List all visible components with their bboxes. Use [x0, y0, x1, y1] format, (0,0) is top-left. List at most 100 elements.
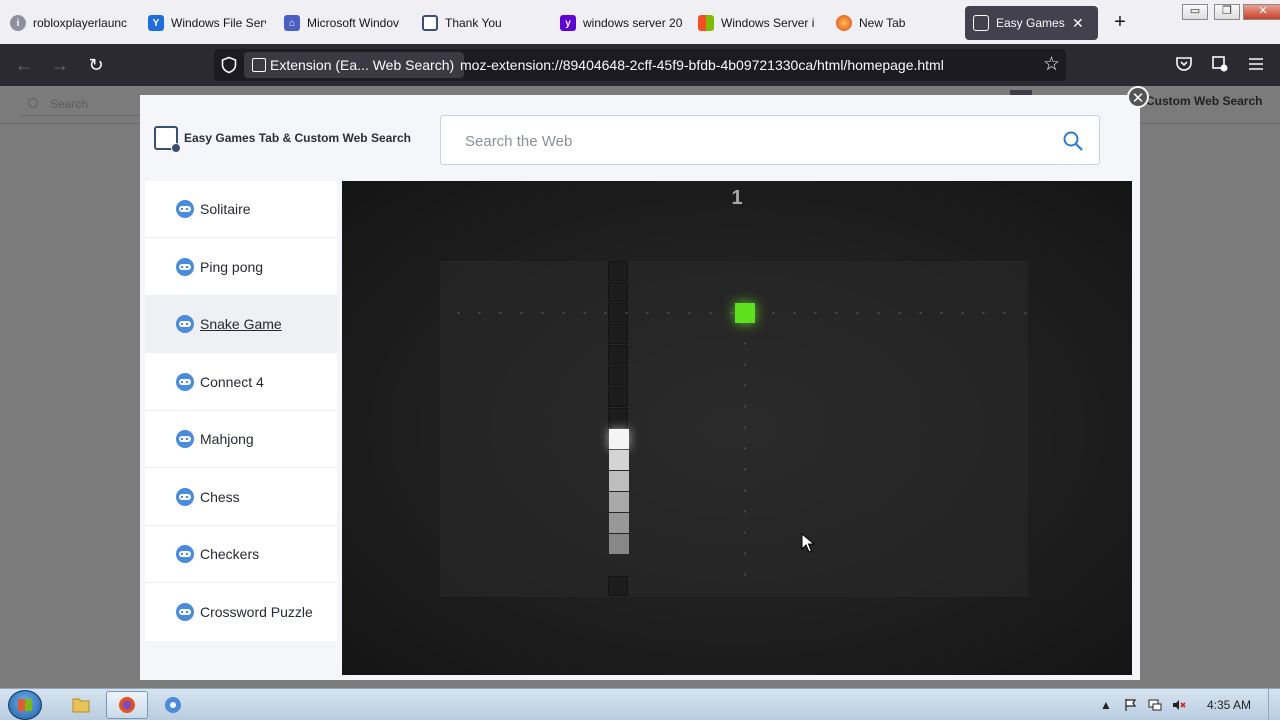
search-icon[interactable]: [1061, 129, 1085, 153]
trail-cell: [608, 387, 628, 407]
tracking-shield-icon[interactable]: [220, 56, 238, 74]
snake-food: [735, 303, 755, 323]
gamepad-icon: [176, 487, 194, 506]
tab-label: robloxplayerlaunc: [33, 16, 128, 30]
start-button[interactable]: [8, 690, 42, 720]
action-center-flag-icon[interactable]: [1124, 698, 1138, 712]
game-item-mahjong[interactable]: Mahjong: [145, 411, 337, 468]
trail-cell: [608, 261, 628, 281]
taskbar-firefox[interactable]: [106, 691, 148, 719]
yahoo-search-icon: y: [560, 15, 576, 31]
gamepad-icon: [176, 603, 194, 621]
brand: Easy Games Tab & Custom Web Search: [154, 126, 411, 153]
window-close-button[interactable]: ✕: [1243, 4, 1280, 20]
gamepad-icon: [176, 257, 194, 276]
snake-head: [609, 429, 629, 449]
network-icon[interactable]: [1148, 698, 1162, 712]
tab-strip: i robloxplayerlaunc Y Windows File Serv …: [0, 0, 1280, 44]
back-arrow-icon[interactable]: ←: [11, 52, 37, 78]
pocket-icon[interactable]: [1175, 55, 1193, 73]
guide-dots-column: [744, 333, 746, 593]
forward-arrow-icon[interactable]: →: [47, 52, 73, 78]
snake-game-board[interactable]: 1: [342, 181, 1132, 675]
microsoft-community-icon: ⌂: [284, 15, 300, 31]
tab-label: Windows File Serv: [171, 16, 266, 30]
bookmark-star-icon[interactable]: ☆: [1043, 53, 1060, 77]
game-item-checkers[interactable]: Checkers: [145, 526, 337, 583]
tab-thank-you[interactable]: Thank You: [422, 6, 532, 40]
info-icon: i: [10, 15, 26, 31]
tab-windows-server-search[interactable]: y windows server 20: [560, 6, 690, 40]
minimize-button[interactable]: ▭: [1182, 4, 1208, 20]
reload-icon[interactable]: ↻: [83, 52, 109, 78]
extension-identity-button[interactable]: Extension (Ea... Web Search): [244, 52, 465, 78]
game-label: Connect 4: [200, 373, 264, 390]
gamepad-icon: [176, 545, 194, 563]
trail-cell: [608, 408, 628, 428]
tab-new-tab[interactable]: New Tab: [836, 6, 946, 40]
tab-windows-file-server[interactable]: Y Windows File Serv: [148, 6, 266, 40]
navigation-bar: ← → ↻ Extension (Ea... Web Search) moz-e…: [0, 44, 1280, 86]
snake-segment: [609, 471, 629, 491]
close-tab-icon[interactable]: ✕: [1072, 15, 1084, 32]
url-text[interactable]: moz-extension://89404648-2cff-45f9-bfdb-…: [460, 49, 944, 81]
snake-segment: [609, 534, 629, 554]
trail-cell: [608, 345, 628, 365]
game-item-ping-pong[interactable]: Ping pong: [145, 239, 337, 296]
taskbar-file-explorer[interactable]: [60, 691, 102, 719]
tab-robloxplayerlauncher[interactable]: i robloxplayerlaunc: [10, 6, 130, 40]
gamepad-icon: [176, 315, 194, 333]
game-item-crossword-puzzle[interactable]: Crossword Puzzle: [145, 584, 337, 641]
web-search-box: [440, 115, 1100, 165]
game-item-chess[interactable]: Chess: [145, 469, 337, 526]
page-icon: [422, 15, 438, 31]
identity-label: Extension (Ea... Web Search): [270, 57, 455, 73]
tab-label: Microsoft Windov: [307, 16, 400, 30]
folder-icon: [72, 698, 90, 713]
game-label: Ping pong: [200, 258, 264, 275]
game-label: Mahjong: [200, 431, 254, 447]
show-desktop-button[interactable]: [1268, 689, 1280, 720]
game-label: Chess: [200, 488, 240, 505]
tab-label: Thank You: [445, 16, 502, 30]
trail-cell: [608, 282, 628, 302]
app-icon: [165, 697, 181, 713]
background-brand-text: Custom Web Search: [1146, 94, 1263, 108]
gamepad-icon: [176, 430, 194, 448]
background-search-placeholder: Search: [50, 97, 89, 111]
game-label: Checkers: [200, 546, 260, 562]
puzzle-piece-icon: [252, 58, 266, 72]
windows-logo-icon: [698, 15, 714, 31]
trail-cell: [608, 366, 628, 386]
snake-segment: [609, 513, 629, 533]
tab-label: New Tab: [859, 16, 906, 30]
mouse-pointer-icon: [801, 533, 815, 553]
snake-segment: [609, 492, 629, 512]
firefox-icon: [836, 15, 852, 31]
game-item-connect-4[interactable]: Connect 4: [145, 354, 337, 411]
menu-hamburger-icon[interactable]: [1247, 55, 1265, 73]
tab-microsoft-windows[interactable]: ⌂ Microsoft Windov: [284, 6, 402, 40]
url-bar[interactable]: Extension (Ea... Web Search) moz-extensi…: [214, 49, 1066, 81]
extension-icon: [973, 15, 989, 31]
tab-label: windows server 20: [583, 16, 683, 30]
yahoo-icon: Y: [148, 15, 164, 31]
modal-close-button[interactable]: ✕: [1127, 86, 1149, 108]
firefox-icon: [119, 697, 135, 713]
tab-easy-games[interactable]: Easy Games Tab ✕: [965, 6, 1098, 40]
taskbar-clock[interactable]: 4:35 AM: [1207, 689, 1251, 720]
taskbar-app[interactable]: [152, 691, 194, 719]
extension-toolbar-icon[interactable]: [1211, 55, 1229, 73]
new-tab-button[interactable]: +: [1110, 10, 1130, 34]
game-item-snake-game[interactable]: Snake Game: [145, 296, 337, 353]
game-item-solitaire[interactable]: Solitaire: [145, 181, 337, 238]
gamepad-icon: [176, 200, 194, 218]
trail-cell: [608, 324, 628, 344]
show-hidden-icons[interactable]: ▲: [1100, 689, 1112, 720]
brand-logo-icon: [154, 126, 181, 153]
web-search-input[interactable]: [465, 128, 1045, 154]
volume-muted-icon[interactable]: [1172, 698, 1186, 712]
tab-windows-server-in[interactable]: Windows Server in: [698, 6, 814, 40]
maximize-button[interactable]: ❐: [1214, 4, 1240, 20]
games-modal: Easy Games Tab & Custom Web Search Solit…: [140, 95, 1140, 680]
